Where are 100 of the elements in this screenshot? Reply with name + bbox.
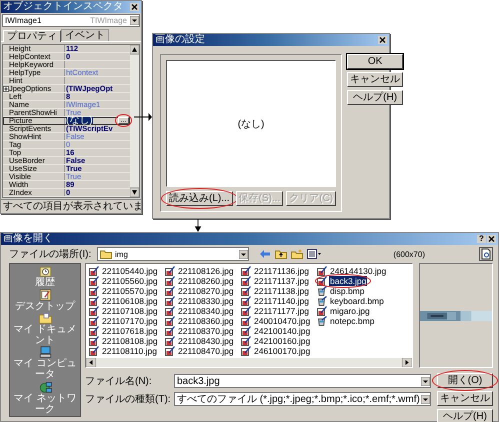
image-file-icon: [165, 346, 175, 356]
window-title: 画像の設定: [155, 34, 205, 46]
file-name[interactable]: 221108430.jpg: [177, 336, 235, 346]
file-name-field[interactable]: back3.jpg: [174, 374, 431, 388]
arrow: [194, 219, 202, 232]
file-name[interactable]: 221107618.jpg: [101, 326, 159, 336]
file-name[interactable]: 240010470.jpg: [253, 316, 312, 326]
image-file-icon: [165, 286, 175, 296]
file-name[interactable]: 246144130.jpg: [329, 266, 388, 276]
file-name[interactable]: 221105440.jpg: [101, 266, 159, 276]
tab[interactable]: プロパティ: [3, 30, 61, 42]
status-text: すべての項目が表示されていま: [1, 199, 141, 213]
file-name[interactable]: 221171137.jpg: [253, 276, 310, 286]
dialog-button[interactable]: 読み込み(L)...: [166, 191, 233, 206]
dropdown-icon[interactable]: [421, 376, 430, 386]
image-file-icon: [89, 296, 99, 306]
window-title: 画像を開く: [3, 233, 53, 245]
file-name[interactable]: migaro.jpg: [329, 306, 371, 316]
computer-icon[interactable]: [38, 346, 52, 358]
scrollbar[interactable]: [86, 358, 412, 367]
dropdown-icon[interactable]: [421, 394, 430, 404]
dialog-button[interactable]: 開く(O): [437, 373, 493, 388]
clock-icon[interactable]: [38, 265, 52, 278]
file-name[interactable]: 221171136.jpg: [253, 266, 310, 276]
arrow: [134, 113, 152, 121]
file-name[interactable]: keyboard.bmp: [329, 296, 385, 306]
image-file-icon: [89, 306, 99, 316]
image-file-icon: [89, 266, 99, 276]
dialog-button[interactable]: キャンセル: [347, 72, 404, 87]
object-combo[interactable]: IWImage1 TIWImage: [2, 14, 140, 27]
file-name[interactable]: 221108370.jpg: [177, 326, 235, 336]
expand-icon[interactable]: [3, 86, 9, 92]
file-name[interactable]: 221108360.jpg: [177, 316, 235, 326]
image-file-icon: [317, 266, 327, 276]
folder-icon[interactable]: [38, 312, 52, 324]
place-label[interactable]: マイ コンピュータ: [13, 358, 77, 380]
close-icon[interactable]: [130, 3, 139, 11]
file-name[interactable]: 221108110.jpg: [101, 346, 158, 356]
file-name[interactable]: disp.bmp: [329, 286, 366, 296]
object-name: IWImage1: [4, 16, 42, 25]
image-file-icon: [89, 346, 99, 356]
file-name[interactable]: 221107108.jpg: [101, 306, 159, 316]
image-file-icon: [89, 336, 99, 346]
file-name[interactable]: 221107170.jpg: [101, 316, 159, 326]
view-menu-icon[interactable]: [307, 249, 321, 259]
file-name[interactable]: 221171138.jpg: [253, 286, 310, 296]
file-name[interactable]: notepc.bmp: [329, 316, 376, 326]
paint-icon: [317, 296, 327, 306]
file-name[interactable]: 221171177.jpg: [253, 306, 310, 316]
file-name[interactable]: 221108330.jpg: [177, 296, 235, 306]
dialog-button[interactable]: ヘルプ(H): [437, 409, 493, 422]
file-name[interactable]: 221108270.jpg: [177, 286, 235, 296]
image-file-icon: [241, 276, 251, 286]
image-file-icon: [241, 306, 251, 316]
dialog-button[interactable]: キャンセル: [437, 391, 493, 406]
location-value: img: [115, 250, 128, 258]
image-file-icon: [317, 276, 327, 286]
preview-icon[interactable]: [479, 247, 493, 261]
file-name[interactable]: 221105570.jpg: [101, 286, 159, 296]
location-combo[interactable]: img: [97, 247, 249, 261]
object-type: TIWImage: [90, 16, 127, 25]
paint-icon: [317, 286, 327, 296]
place-label[interactable]: 履歴: [13, 277, 77, 288]
file-name[interactable]: 221106108.jpg: [101, 296, 159, 306]
file-name[interactable]: 242100160.jpg: [253, 336, 312, 346]
file-name[interactable]: back3.jpg: [329, 276, 368, 286]
image-file-icon: [241, 266, 251, 276]
new-folder-icon[interactable]: [291, 249, 303, 259]
file-name[interactable]: 221108470.jpg: [177, 346, 235, 356]
place-label[interactable]: デスクトップ: [13, 300, 77, 312]
image-file-icon: [317, 306, 327, 316]
dialog-button[interactable]: OK: [347, 54, 404, 69]
close-icon[interactable]: [487, 235, 496, 243]
image-file-icon: [241, 286, 251, 296]
file-name[interactable]: 242100140.jpg: [253, 326, 312, 336]
desktop-icon[interactable]: [38, 288, 52, 301]
place-label[interactable]: マイ ドキュメント: [13, 324, 77, 346]
file-type-combo[interactable]: すべてのファイル (*.jpg;*.jpeg;*.bmp;*.ico;*.emf;*.wmf): [174, 392, 431, 406]
dropdown-icon[interactable]: [130, 16, 139, 25]
image-file-icon: [165, 266, 175, 276]
file-name[interactable]: 221108108.jpg: [101, 336, 159, 346]
file-name[interactable]: 221108340.jpg: [177, 306, 235, 316]
file-name[interactable]: 221171140.jpg: [253, 296, 310, 306]
scrollbar[interactable]: [130, 45, 139, 197]
file-name[interactable]: 221108126.jpg: [177, 266, 235, 276]
file-name[interactable]: 246100170.jpg: [253, 346, 312, 356]
help-button[interactable]: ?: [477, 235, 486, 243]
image-file-icon: [241, 296, 251, 306]
tab[interactable]: イベント: [61, 29, 109, 41]
dropdown-icon[interactable]: [239, 250, 248, 258]
place-label[interactable]: マイ ネットワーク: [13, 392, 77, 415]
image-file-icon: [89, 276, 99, 286]
back-arrow-icon[interactable]: [259, 249, 271, 259]
file-name[interactable]: 221108260.jpg: [177, 276, 235, 286]
close-icon[interactable]: [378, 36, 387, 44]
network-icon[interactable]: [38, 380, 52, 393]
image-file-icon: [89, 326, 99, 336]
file-name[interactable]: 221105560.jpg: [101, 276, 159, 286]
up-folder-icon[interactable]: [275, 249, 287, 259]
dialog-button[interactable]: ヘルプ(H): [347, 90, 404, 105]
